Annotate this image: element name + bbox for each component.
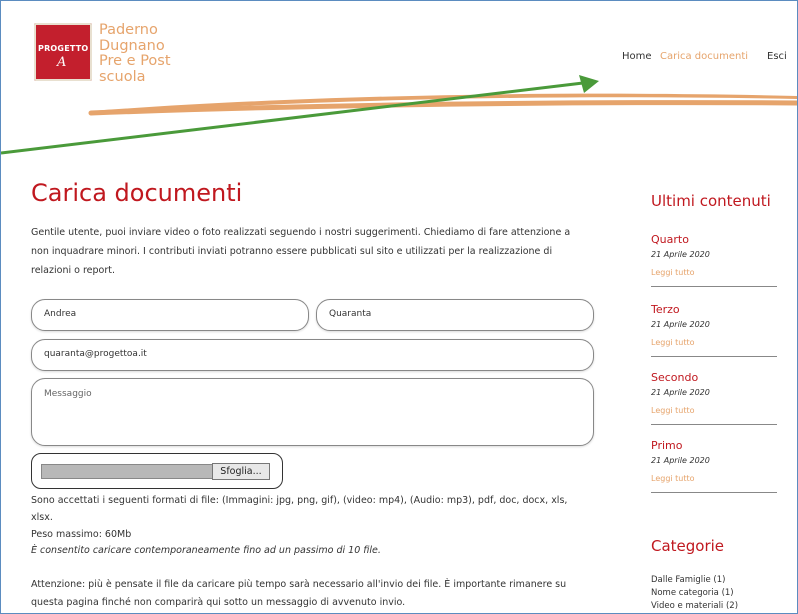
last-name-value: Quaranta: [329, 309, 372, 319]
page-frame: PROGETTO A Paderno Dugnano Pre e Post sc…: [0, 0, 798, 614]
email-field[interactable]: quaranta@progettoa.it: [31, 339, 594, 371]
message-field[interactable]: Messaggio: [31, 378, 594, 446]
formats-text-1: Sono accettati i seguenti formati di fil…: [31, 495, 568, 506]
formats-text-2: xlsx.: [31, 512, 53, 523]
message-placeholder: Messaggio: [44, 389, 92, 399]
post-date: 21 Aprile 2020: [651, 388, 710, 397]
intro-text: Gentile utente, puoi inviare video o fot…: [31, 227, 571, 276]
post-title[interactable]: Secondo: [651, 371, 698, 384]
site-name-line: Dugnano: [99, 37, 165, 54]
post-date: 21 Aprile 2020: [651, 456, 710, 465]
read-more-link[interactable]: Leggi tutto: [651, 338, 695, 347]
max-size-text: Peso massimo: 60Mb: [31, 529, 132, 540]
site-name-line: Paderno: [99, 22, 158, 38]
post-title[interactable]: Terzo: [651, 303, 680, 316]
nav-upload[interactable]: Carica documenti: [660, 51, 748, 62]
post-divider: [651, 286, 777, 287]
post-divider: [651, 424, 777, 425]
post-date: 21 Aprile 2020: [651, 320, 710, 329]
post-title[interactable]: Primo: [651, 439, 682, 452]
category-link[interactable]: Dalle Famiglie (1): [651, 575, 725, 585]
annotation-arrow: [1, 75, 599, 155]
nav-home[interactable]: Home: [622, 51, 652, 62]
file-path-input[interactable]: [41, 464, 213, 479]
logo-letter: A: [57, 55, 67, 70]
category-link[interactable]: Video e materiali (2): [651, 601, 738, 611]
read-more-link[interactable]: Leggi tutto: [651, 406, 695, 415]
last-name-field[interactable]: Quaranta: [316, 299, 594, 331]
warning-text-1: Attenzione: più è pensate il file da car…: [31, 579, 567, 590]
post-date: 21 Aprile 2020: [651, 250, 710, 259]
file-upload: Sfoglia...: [31, 453, 283, 489]
warning-text-2: questa pagina finché non comparirà qui s…: [31, 597, 406, 608]
category-link[interactable]: Nome categoria (1): [651, 588, 734, 598]
page-title: Carica documenti: [31, 179, 243, 207]
latest-content-heading: Ultimi contenuti: [651, 192, 771, 210]
first-name-field[interactable]: Andrea: [31, 299, 309, 331]
post-title[interactable]: Quarto: [651, 233, 689, 246]
multi-file-note: È consentito caricare contemporaneamente…: [31, 545, 381, 556]
site-name-line: Pre e Post: [99, 53, 171, 69]
read-more-link[interactable]: Leggi tutto: [651, 268, 695, 277]
post-divider: [651, 492, 777, 493]
email-value: quaranta@progettoa.it: [44, 349, 147, 359]
post-divider: [651, 356, 777, 357]
first-name-value: Andrea: [44, 309, 77, 319]
browse-button[interactable]: Sfoglia...: [212, 463, 270, 480]
logo-text: PROGETTO: [38, 44, 89, 53]
categories-heading: Categorie: [651, 537, 725, 555]
read-more-link[interactable]: Leggi tutto: [651, 474, 695, 483]
nav-exit[interactable]: Esci: [767, 51, 787, 62]
